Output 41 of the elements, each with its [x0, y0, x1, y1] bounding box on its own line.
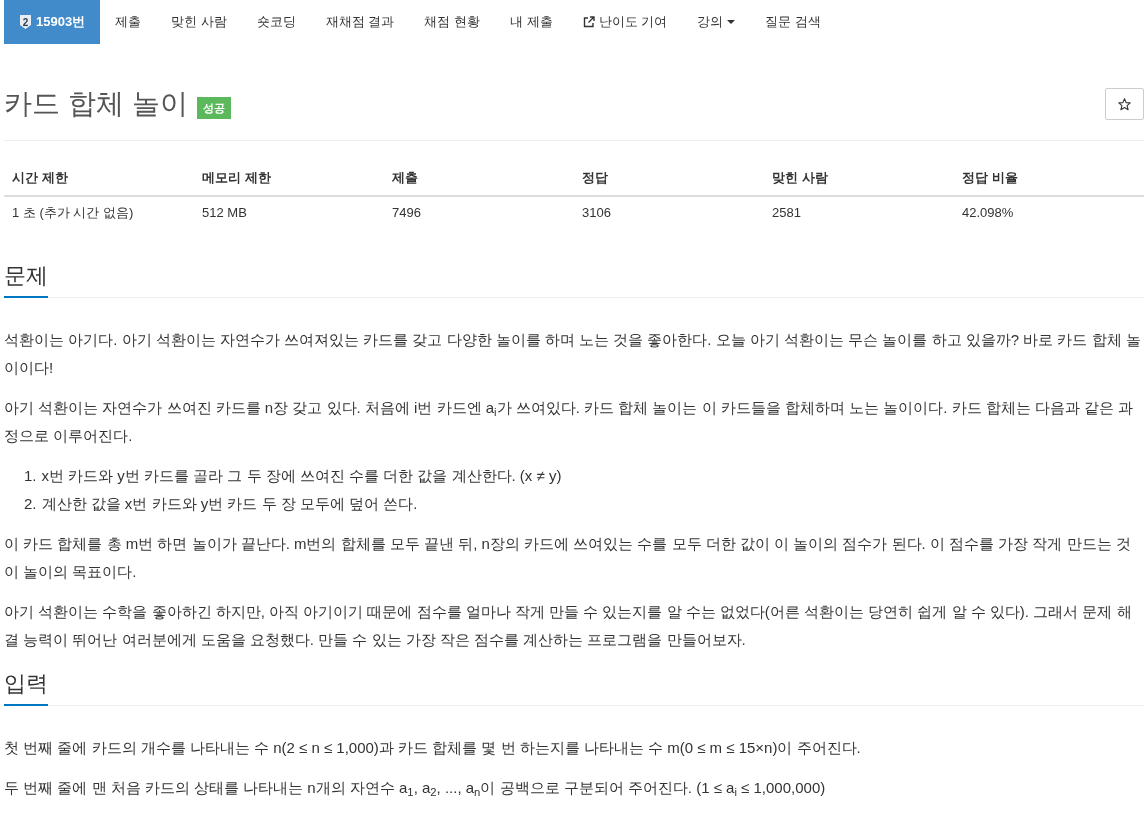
paragraph: 아기 석환이는 수학을 좋아하긴 하지만, 아직 아기이기 때문에 점수를 얼마나 작게 만들 수 있는지를 알 수는 없었다(어른 석환이는 당연히 쉽게 알 수 있다). 그래서 문제 해결 능력이 뛰어난 여러분에게 도움을 요청했다. 만들 수 있는 가장 작은 점수를 계산하는 프로그램을 만들어보자.	[4, 602, 1133, 650]
column-header: 정답 비율	[954, 161, 1144, 196]
nav-tab[interactable]: 제출	[100, 0, 157, 44]
problem-title: 카드 합체 놀이	[4, 87, 188, 121]
column-header: 메모리 제한	[194, 161, 384, 196]
column-header: 정답	[574, 161, 764, 196]
section-heading: 입력	[4, 670, 48, 706]
nav-tab[interactable]: 맞힌 사람	[156, 0, 242, 44]
nav-tab[interactable]: 2 15903번	[4, 0, 101, 44]
nav-tab[interactable]: 내 제출	[495, 0, 568, 44]
paragraph: 아기 석환이는 자연수가 쓰여진 카드를 n장 갖고 있다. 처음에 i번 카드엔 a$_{i}$가 쓰여있다. 카드 합체 놀이는 이 카드들을 합체하며 노는 놀이이다. 카드 합체는 다음과 같은 과정으로 이루어진다.	[4, 398, 1135, 446]
table-cell: 7496	[384, 196, 574, 229]
column-header: 제출	[384, 161, 574, 196]
list-item-text: 계산한 값을 x번 카드와 y번 카드 두 장 모두에 덮어 쓴다.	[41, 494, 418, 514]
table-cell: 3106	[574, 196, 764, 229]
paragraph: 석환이는 아기다. 아기 석환이는 자연수가 쓰여져있는 카드를 갖고 다양한 놀이를 하며 노는 것을 좋아한다. 오늘 아기 석환이는 무슨 놀이를 하고 있을까? 바로 카드 합체 놀이이다!	[4, 330, 1142, 378]
column-header: 시간 제한	[4, 161, 194, 196]
external-link-icon	[582, 16, 595, 28]
table-cell: 2581	[764, 196, 954, 229]
table-cell: 1 초 (추가 시간 없음)	[4, 196, 194, 229]
result-label: 성공	[196, 97, 231, 119]
nav-tab[interactable]: 질문 검색	[750, 0, 836, 44]
list-item-text: x번 카드와 y번 카드를 골라 그 두 장에 쓰여진 수를 더한 값을 계산한다. (x ≠ y)	[41, 466, 562, 486]
caret-icon	[727, 20, 736, 24]
list-number: 2.	[24, 494, 37, 514]
paragraph: 두 번째 줄에 맨 처음 카드의 상태를 나타내는 n개의 자연수 a$_{1}$, a$_{2}$, ..., a$_{n}$이 공백으로 구분되어 주어진다. (1 ≤ a$_{i}$ ≤ 1,000,000)	[4, 778, 827, 800]
list-number: 1.	[24, 466, 37, 486]
tier-badge: 2	[19, 14, 32, 30]
table-cell: 42.098%	[954, 196, 1144, 229]
nav-tab[interactable]: 강의	[682, 0, 751, 44]
table-cell: 512 MB	[194, 196, 384, 229]
nav-tab[interactable]: 숏코딩	[241, 0, 311, 44]
paragraph: 첫 번째 줄에 카드의 개수를 나타내는 수 n(2 ≤ n ≤ 1,000)과 카드 합체를 몇 번 하는지를 나타내는 수 m(0 ≤ m ≤ 15×n)이 주어진다.	[4, 738, 862, 758]
star-icon	[1118, 97, 1131, 111]
paragraph: 이 카드 합체를 총 m번 하면 놀이가 끝난다. m번의 합체를 모두 끝낸 뒤, n장의 카드에 쓰여있는 수를 모두 더한 값이 이 놀이의 점수가 된다. 이 점수를 가장 작게 만드는 것이 놀이의 목표이다.	[4, 534, 1132, 582]
column-header: 맞힌 사람	[764, 161, 954, 196]
section-heading: 문제	[4, 262, 48, 298]
nav-tab[interactable]: 채점 현황	[409, 0, 496, 44]
nav-tab[interactable]: 재채점 결과	[310, 0, 410, 44]
star-button[interactable]	[1105, 88, 1144, 120]
nav-tab[interactable]: 난이도 기여	[567, 0, 683, 44]
